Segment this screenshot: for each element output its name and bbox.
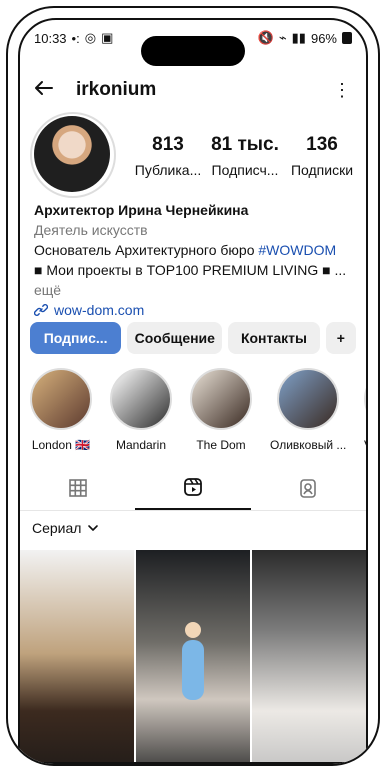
tagged-icon bbox=[300, 479, 317, 498]
tab-grid[interactable] bbox=[20, 466, 135, 510]
avatar[interactable] bbox=[34, 116, 110, 192]
story-highlights: London 🇬🇧 Mandarin The Dom Оливковый ...… bbox=[20, 368, 366, 458]
tab-reels[interactable] bbox=[135, 466, 251, 510]
highlight-villa-label: Vill bbox=[364, 438, 366, 452]
reels-icon bbox=[184, 478, 202, 496]
grid-icon bbox=[68, 479, 87, 497]
bio-line2: ■ Мои проекты в TOP100 PREMIUM LIVING ■ … bbox=[34, 262, 347, 278]
bio-website-link[interactable]: wow-dom.com bbox=[34, 300, 352, 320]
wifi-icon: ⌁ bbox=[278, 30, 287, 45]
stat-following[interactable]: 136 Подписки bbox=[286, 134, 358, 178]
add-user-button[interactable]: + bbox=[325, 322, 357, 354]
status-time: 10:33 bbox=[34, 30, 67, 46]
battery-icon bbox=[342, 32, 352, 44]
highlight-olive-circle bbox=[277, 368, 339, 430]
highlight-villa[interactable]: Vill bbox=[364, 368, 366, 458]
link-icon bbox=[34, 304, 48, 316]
status-bar: 10:33 •: ◎ ▣ 🔇 ⌁ ▮▮ 96% bbox=[20, 20, 366, 56]
top-bar: irkonium ⋮ bbox=[20, 70, 366, 110]
series-filter[interactable]: Сериал bbox=[32, 520, 99, 536]
stat-following-value: 136 bbox=[306, 134, 338, 155]
add-user-icon: + bbox=[336, 330, 345, 346]
message-button[interactable]: Сообщение bbox=[127, 322, 223, 354]
stat-following-label: Подписки bbox=[290, 162, 354, 178]
bio-more-link[interactable]: ещё bbox=[34, 280, 352, 300]
stat-followers-label: Подписч... bbox=[211, 162, 279, 178]
profile-stats: 813 Публика... 81 тыс. Подписч... 136 По… bbox=[132, 134, 358, 178]
stat-posts-value: 813 bbox=[152, 134, 184, 155]
highlight-london-label: London 🇬🇧 bbox=[31, 438, 91, 452]
highlight-london-circle bbox=[30, 368, 92, 430]
profile-tabs bbox=[20, 466, 366, 511]
highlight-mandarin-circle bbox=[110, 368, 172, 430]
notification-dots-icon: •: bbox=[71, 30, 80, 46]
bio-line1-prefix: Основатель Архитектурного бюро bbox=[34, 242, 259, 258]
contacts-button[interactable]: Контакты bbox=[228, 322, 320, 354]
bio-name: Архитектор Ирина Чернейкина bbox=[34, 202, 249, 218]
reel-person bbox=[182, 640, 204, 700]
profile-actions: Подпис... Сообщение Контакты + bbox=[30, 322, 357, 356]
bio: Архитектор Ирина Чернейкина Деятель иску… bbox=[34, 200, 352, 320]
back-arrow-svg bbox=[35, 80, 53, 95]
highlight-mandarin[interactable]: Mandarin bbox=[110, 368, 172, 458]
more-options-icon[interactable]: ⋮ bbox=[330, 81, 354, 99]
phone-frame: 10:33 •: ◎ ▣ 🔇 ⌁ ▮▮ 96% irkonium ⋮ 813 П… bbox=[6, 6, 380, 766]
stat-posts[interactable]: 813 Публика... bbox=[132, 134, 204, 178]
stat-posts-label: Публика... bbox=[134, 162, 202, 178]
reel-person-head bbox=[185, 622, 201, 638]
profile-username: irkonium bbox=[76, 79, 157, 100]
chevron-down-icon bbox=[88, 525, 99, 531]
compass-icon: ◎ bbox=[84, 30, 97, 45]
bio-website-text: wow-dom.com bbox=[54, 302, 145, 318]
stat-followers-value: 81 тыс. bbox=[211, 134, 279, 155]
back-arrow-icon[interactable] bbox=[32, 77, 66, 104]
highlight-the-dom[interactable]: The Dom bbox=[190, 368, 252, 458]
highlight-villa-circle bbox=[364, 368, 366, 430]
subscribe-button[interactable]: Подпис... bbox=[30, 322, 122, 354]
highlight-olive-label: Оливковый ... bbox=[270, 438, 347, 452]
profile-section: 813 Публика... 81 тыс. Подписч... 136 По… bbox=[20, 112, 366, 198]
highlight-mandarin-label: Mandarin bbox=[115, 438, 167, 452]
series-label: Сериал bbox=[32, 520, 82, 536]
bio-hashtag-link[interactable]: #WOWDOM bbox=[258, 242, 336, 258]
battery-percentage: 96% bbox=[310, 30, 337, 46]
bio-line1: Основатель Архитектурного бюро #WOWDOM bbox=[34, 240, 352, 260]
highlight-the-dom-label: The Dom bbox=[196, 438, 246, 452]
tab-tagged[interactable] bbox=[251, 466, 366, 510]
highlight-the-dom-circle bbox=[190, 368, 252, 430]
stat-followers[interactable]: 81 тыс. Подписч... bbox=[209, 134, 281, 178]
mute-icon: 🔇 bbox=[257, 30, 274, 45]
highlight-london[interactable]: London 🇬🇧 bbox=[30, 368, 92, 458]
download-icon: ▣ bbox=[101, 30, 114, 45]
highlight-olive[interactable]: Оливковый ... bbox=[270, 368, 346, 458]
status-right: 🔇 ⌁ ▮▮ 96% bbox=[258, 30, 352, 46]
bio-category: Деятель искусств bbox=[34, 222, 148, 238]
screen: 10:33 •: ◎ ▣ 🔇 ⌁ ▮▮ 96% irkonium ⋮ 813 П… bbox=[18, 18, 368, 764]
status-left: 10:33 •: ◎ ▣ bbox=[34, 30, 113, 46]
signal-icon: ▮▮ bbox=[291, 30, 306, 45]
